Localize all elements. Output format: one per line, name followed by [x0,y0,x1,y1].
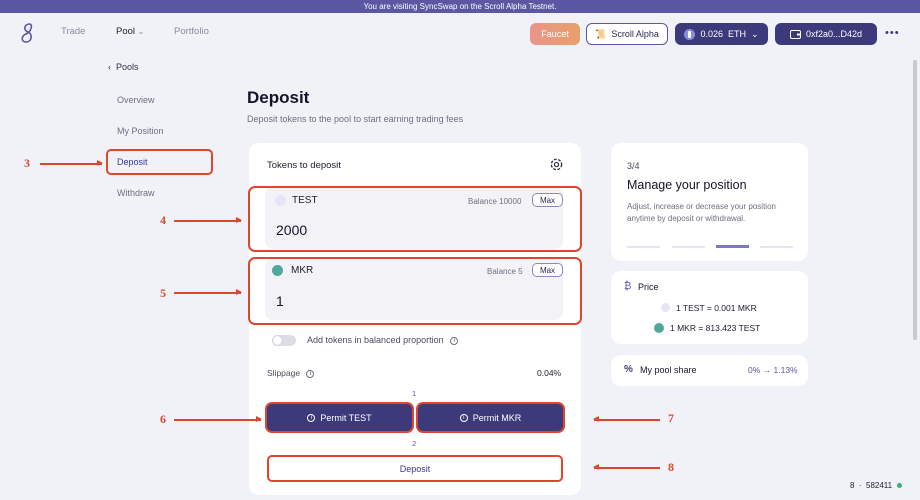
page-title: Deposit [247,88,310,107]
sidebar-item-overview[interactable]: Overview [117,95,155,105]
annotation-label: 5 [160,286,166,300]
guide-step: 3/4 [627,161,640,171]
annotation-highlight-test [248,186,582,252]
network-button[interactable]: 📜 Scroll Alpha [586,23,668,45]
back-to-pools-link[interactable]: ‹ Pools [108,62,139,72]
annotation-arrow [174,289,242,295]
progress-step-4[interactable] [760,246,793,248]
info-icon[interactable]: i [450,336,459,345]
testnet-banner: You are visiting SyncSwap on the Scroll … [0,0,920,13]
annotation-label: 3 [24,156,30,170]
network-label: Scroll Alpha [611,29,659,39]
guide-description: Adjust, increase or decrease your positi… [627,202,776,223]
block-status: 8 · 582411 [850,481,903,490]
wallet-address: 0xf2a0...D42d [805,29,863,39]
chevron-down-icon: ⌄ [137,27,145,36]
slippage-text: Slippage [267,368,301,378]
slippage-label: Slippage i [267,368,315,378]
deposit-button[interactable]: Deposit [267,455,563,482]
gear-icon[interactable] [549,157,564,172]
faucet-label: Faucet [541,29,569,39]
progress-step-2[interactable] [672,246,705,248]
pool-share-value: 0% → 1.13% [748,365,798,375]
eth-icon [684,28,696,40]
nav-pool-label: Pool [116,26,136,37]
permit-test-button[interactable]: i Permit TEST [267,404,412,431]
slippage-value: 0.04% [537,368,562,378]
mkr-token-icon [654,323,664,333]
balanced-proportion-toggle[interactable] [272,335,296,346]
price-title: Price [638,282,659,292]
wallet-button[interactable]: 0xf2a0...D42d [775,23,877,45]
nav-pool[interactable]: Pool ⌄ [116,26,144,37]
annotation-highlight-mkr [248,257,582,325]
permit-mkr-label: Permit MKR [472,412,522,423]
progress-step-1[interactable] [627,246,660,248]
more-menu-icon[interactable]: ••• [885,27,900,39]
info-icon: i [307,413,316,422]
guide-title: Manage your position [627,178,747,192]
step-number-1: 1 [412,389,417,398]
price-icon: ₿ [624,281,632,292]
pool-share-label: My pool share [640,365,697,375]
permit-mkr-button[interactable]: i Permit MKR [418,404,563,431]
wallet-icon [789,29,801,39]
annotation-arrow [174,217,242,223]
balance-label: 0.026 ETH [700,29,746,39]
annotation-label: 8 [668,460,674,474]
faucet-button[interactable]: Faucet [530,23,580,45]
nav-trade[interactable]: Trade [61,26,85,37]
scroll-icon: 📜 [595,28,607,39]
info-icon: i [459,413,468,422]
status-dot-icon [897,483,903,488]
balanced-proportion-label: Add tokens in balanced proportion i [307,335,459,345]
annotation-highlight-deposit [106,149,213,175]
page-scrollbar[interactable] [913,60,917,340]
syncswap-logo-icon[interactable] [20,22,36,44]
annotation-label: 4 [160,213,166,227]
step-number-2: 2 [412,439,417,448]
sidebar-item-withdraw[interactable]: Withdraw [117,188,155,198]
info-icon[interactable]: i [306,369,315,378]
top-navigation: Trade Pool ⌄ Portfolio Faucet 📜 Scroll A… [0,13,920,51]
test-token-icon [661,303,670,312]
balance-button[interactable]: 0.026 ETH ⌄ [675,23,768,45]
percent-icon: % [624,364,633,375]
annotation-arrow [40,160,103,166]
annotation-label: 6 [160,412,166,426]
chevron-down-icon: ⌄ [750,28,759,39]
annotation-arrow [593,416,660,422]
permit-test-label: Permit TEST [320,412,372,423]
balanced-proportion-text: Add tokens in balanced proportion [307,335,444,345]
tokens-to-deposit-title: Tokens to deposit [267,160,341,171]
price-mkr-to-test: 1 MKR = 813.423 TEST [670,323,761,333]
deposit-label: Deposit [399,463,431,474]
progress-step-3[interactable] [716,245,749,248]
sidebar-item-my-position[interactable]: My Position [117,126,164,136]
block-number: 8 · 582411 [850,481,893,490]
annotation-arrow [174,416,262,422]
annotation-label: 7 [668,411,674,425]
page-subtitle: Deposit tokens to the pool to start earn… [247,114,464,124]
nav-portfolio[interactable]: Portfolio [174,26,209,37]
price-test-to-mkr: 1 TEST = 0.001 MKR [676,303,757,313]
annotation-arrow [593,464,660,470]
